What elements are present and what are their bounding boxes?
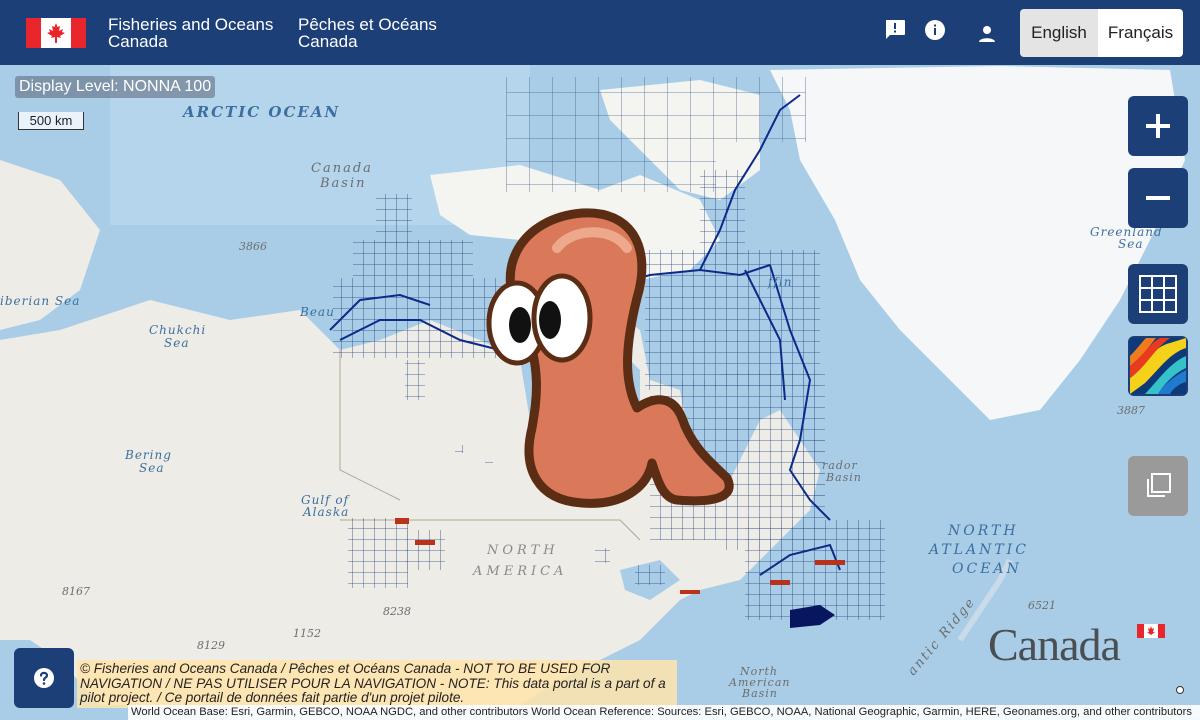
bathymetry-layer-button[interactable] xyxy=(1128,336,1188,396)
label-depth-3887: 3887 xyxy=(1117,404,1145,417)
label-na-basin-3: Basin xyxy=(742,687,778,700)
worm-mascot-overlay xyxy=(486,208,734,508)
label-baffin: ffin xyxy=(768,275,793,289)
label-bering-1: Bering xyxy=(125,448,172,462)
help-icon xyxy=(34,668,54,688)
label-north-atlantic-3: OCEAN xyxy=(952,561,1022,577)
label-siberian-sea: iberian Sea xyxy=(0,294,81,308)
maple-leaf-icon xyxy=(47,23,65,43)
org-name-en[interactable]: Fisheries and Oceans Canada xyxy=(108,16,273,50)
wordmark-flag-icon xyxy=(1137,624,1165,638)
disclaimer-banner: © Fisheries and Oceans Canada / Pêches e… xyxy=(77,660,677,708)
org-name-fr[interactable]: Pêches et Océans Canada xyxy=(298,16,437,50)
label-depth-3866: 3866 xyxy=(239,240,267,253)
label-north-atlantic-1: NORTH xyxy=(948,523,1019,539)
label-greenland-sea-2: Sea xyxy=(1118,237,1144,251)
language-french-button[interactable]: Français xyxy=(1098,9,1183,57)
language-english-button[interactable]: English xyxy=(1020,9,1098,57)
copy-layers-icon xyxy=(1147,473,1171,497)
display-level-indicator: Display Level: NONNA 100 xyxy=(15,76,216,98)
grid-toggle-button[interactable] xyxy=(1128,264,1188,324)
label-chukchi-2: Sea xyxy=(164,336,190,350)
minus-icon xyxy=(1146,196,1170,200)
label-bering-2: Sea xyxy=(139,461,165,475)
label-labrador-2: Basin xyxy=(826,471,862,484)
canada-flag-logo xyxy=(26,18,86,48)
org-name-fr-line1: Pêches et Océans xyxy=(298,15,437,34)
label-depth-1152: 1152 xyxy=(293,627,321,640)
org-name-en-line1: Fisheries and Oceans xyxy=(108,15,274,34)
label-north-america-2: AMERICA xyxy=(473,564,568,579)
map-attribution: World Ocean Base: Esri, Garmin, GEBCO, N… xyxy=(128,705,1200,720)
copy-layers-button[interactable] xyxy=(1128,456,1188,516)
label-alaska-2: Alaska xyxy=(303,505,350,519)
label-canada-basin-2: Basin xyxy=(320,176,367,191)
bathymetry-layer-icon xyxy=(1130,338,1186,394)
zoom-in-button[interactable] xyxy=(1128,96,1188,156)
help-button[interactable] xyxy=(14,648,74,708)
grid-icon xyxy=(1139,275,1177,313)
label-depth-8238: 8238 xyxy=(383,605,411,618)
app-header: Fisheries and Oceans Canada Pêches et Oc… xyxy=(0,0,1200,65)
canada-wordmark-logo: Canada xyxy=(988,619,1121,670)
label-chukchi-1: Chukchi xyxy=(149,323,207,337)
label-north-atlantic-2: ATLANTIC xyxy=(929,542,1029,558)
org-name-fr-line2: Canada xyxy=(298,32,358,51)
label-beaufort: Beau xyxy=(300,305,335,319)
label-depth-8129: 8129 xyxy=(197,639,225,652)
label-depth-8167: 8167 xyxy=(62,585,90,598)
scale-bar: 500 km xyxy=(18,112,84,130)
plus-icon xyxy=(1146,114,1170,138)
account-icon[interactable] xyxy=(975,22,999,46)
org-name-en-line2: Canada xyxy=(108,32,168,51)
label-canada-basin-1: Canada xyxy=(311,161,373,176)
map-corner-marker xyxy=(1176,686,1184,694)
info-icon[interactable] xyxy=(923,18,947,42)
feedback-icon[interactable] xyxy=(883,18,907,42)
label-depth-6521: 6521 xyxy=(1028,599,1056,612)
label-north-america-1: NORTH xyxy=(487,543,559,558)
label-arctic-ocean: ARCTIC OCEAN xyxy=(183,103,341,121)
zoom-out-button[interactable] xyxy=(1128,168,1188,228)
